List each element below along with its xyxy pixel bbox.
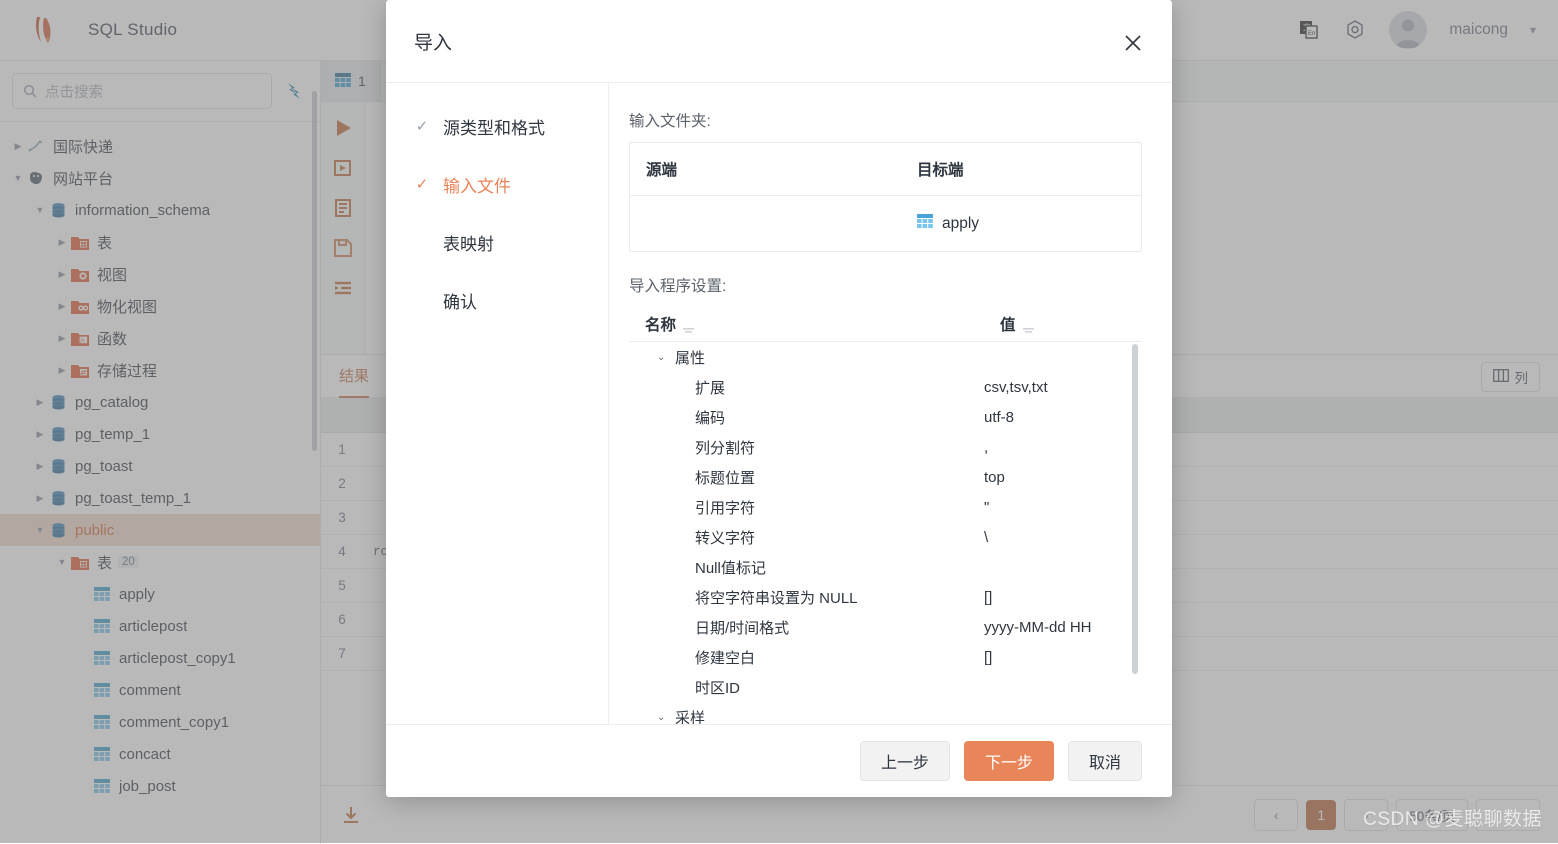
wizard-step-label: 源类型和格式	[443, 118, 545, 138]
setting-name-label: 列分割符	[695, 439, 756, 457]
wizard-step-确认[interactable]: ✓确认	[386, 271, 608, 329]
dialog-header: 导入	[386, 0, 1172, 83]
prev-step-button[interactable]: 上一步	[859, 741, 950, 781]
sort-icon	[683, 321, 695, 333]
sort-icon	[1022, 321, 1034, 333]
dialog-body: ✓ 源类型和格式 ✓ 输入文件 ✓表映射✓确认 输入文件夹: 源端 目标端	[386, 83, 1172, 724]
setting-name-cell: 转义字符	[629, 527, 984, 548]
setting-value-cell[interactable]: csv,tsv,txt	[984, 379, 1142, 396]
dialog-title: 导入	[414, 32, 453, 54]
setting-name-cell: 修建空白	[629, 647, 984, 668]
close-icon[interactable]	[1118, 28, 1148, 58]
setting-name-cell: 扩展	[629, 377, 984, 398]
input-folder-label: 输入文件夹:	[629, 113, 711, 130]
setting-value-cell[interactable]: utf-8	[984, 409, 1142, 426]
chevron-down-icon[interactable]: ⌄	[657, 352, 675, 363]
settings-col-name-label: 名称	[645, 317, 677, 334]
mapping-col-target: 目标端	[917, 162, 964, 179]
mapping-col-source: 源端	[646, 162, 678, 179]
settings-item-row[interactable]: 编码 utf-8	[629, 402, 1142, 432]
setting-name-label: 将空字符串设置为 NULL	[695, 589, 858, 607]
mapping-table: 源端 目标端 apply	[629, 142, 1142, 252]
setting-value-cell[interactable]: \	[984, 529, 1142, 546]
setting-name-cell: 时区ID	[629, 677, 984, 698]
settings-col-value[interactable]: 值	[1000, 313, 1142, 335]
importer-settings-label: 导入程序设置:	[629, 278, 727, 295]
setting-name-label: 日期/时间格式	[695, 619, 790, 637]
settings-col-value-label: 值	[1000, 317, 1016, 334]
setting-name-label: Null值标记	[695, 559, 766, 577]
settings-item-row[interactable]: 时区ID	[629, 672, 1142, 702]
setting-name-cell: 编码	[629, 407, 984, 428]
settings-item-row[interactable]: 标题位置 top	[629, 462, 1142, 492]
setting-name-label: 时区ID	[695, 679, 741, 697]
mapping-target-label: apply	[942, 214, 980, 232]
setting-name-cell: Null值标记	[629, 557, 984, 578]
settings-group-row[interactable]: ⌄ 采样	[629, 702, 1142, 725]
setting-name-cell: 标题位置	[629, 467, 984, 488]
settings-scrollbar[interactable]	[1132, 344, 1138, 674]
wizard-step-label: 表映射	[443, 234, 494, 254]
wizard-step-输入文件[interactable]: ✓ 输入文件	[386, 155, 608, 213]
dialog-main: 输入文件夹: 源端 目标端 apply 导入程序设置: 名称 值 ⌄ 属性 扩展…	[609, 83, 1172, 724]
next-step-button[interactable]: 下一步	[963, 741, 1054, 781]
mapping-target-cell: apply	[901, 214, 1141, 233]
setting-name-cell: ⌄ 采样	[629, 707, 984, 725]
settings-group-row[interactable]: ⌄ 属性	[629, 342, 1142, 372]
setting-name-label: 扩展	[695, 379, 726, 397]
settings-item-row[interactable]: Null值标记	[629, 552, 1142, 582]
check-icon: ✓	[415, 118, 429, 135]
import-dialog: 导入 ✓ 源类型和格式 ✓ 输入文件 ✓表映射✓确认 输入文件夹: 源端 目标端	[386, 0, 1172, 797]
setting-name-cell: 将空字符串设置为 NULL	[629, 587, 984, 608]
check-icon: ✓	[415, 176, 429, 193]
setting-name-label: 编码	[695, 409, 726, 427]
wizard-steps[interactable]: ✓ 源类型和格式 ✓ 输入文件 ✓表映射✓确认	[386, 83, 609, 724]
settings-item-row[interactable]: 列分割符,	[629, 432, 1142, 462]
settings-table-body[interactable]: ⌄ 属性 扩展 csv,tsv,txt 编码 utf-8 列分割符, 标题位置 top 引用字符 "…	[629, 342, 1142, 724]
mapping-table-header: 源端 目标端	[630, 143, 1141, 196]
setting-name-label: 引用字符	[695, 499, 756, 517]
settings-item-row[interactable]: 日期/时间格式 yyyy-MM-dd HH	[629, 612, 1142, 642]
setting-value-cell[interactable]: top	[984, 469, 1142, 486]
table-icon	[917, 214, 933, 233]
setting-value-cell[interactable]: "	[984, 499, 1142, 516]
dialog-footer: 上一步 下一步 取消	[386, 724, 1172, 797]
settings-item-row[interactable]: 转义字符 \	[629, 522, 1142, 552]
setting-name-label: 属性	[675, 349, 706, 367]
settings-item-row[interactable]: 扩展 csv,tsv,txt	[629, 372, 1142, 402]
setting-value-cell[interactable]: ,	[984, 439, 1142, 456]
wizard-step-label: 输入文件	[443, 176, 511, 196]
cancel-button[interactable]: 取消	[1067, 741, 1142, 781]
table-row[interactable]: apply	[630, 196, 1141, 251]
settings-item-row[interactable]: 引用字符 "	[629, 492, 1142, 522]
wizard-step-label: 确认	[443, 292, 477, 312]
setting-value-cell[interactable]: []	[984, 589, 1142, 606]
setting-name-cell: 引用字符	[629, 497, 984, 518]
setting-name-cell: ⌄ 属性	[629, 347, 984, 368]
setting-value-cell[interactable]: []	[984, 649, 1142, 666]
settings-item-row[interactable]: 将空字符串设置为 NULL []	[629, 582, 1142, 612]
setting-name-cell: 列分割符	[629, 437, 984, 458]
chevron-down-icon[interactable]: ⌄	[657, 712, 675, 723]
setting-value-cell[interactable]: yyyy-MM-dd HH	[984, 619, 1142, 636]
wizard-step-表映射[interactable]: ✓表映射	[386, 213, 608, 271]
setting-name-label: 标题位置	[695, 469, 756, 487]
setting-name-cell: 日期/时间格式	[629, 617, 984, 638]
settings-table: 名称 值 ⌄ 属性 扩展 csv,tsv,txt 编码 utf-8 列分割符, 标题位	[629, 307, 1142, 724]
setting-name-label: 转义字符	[695, 529, 756, 547]
setting-name-label: 采样	[675, 709, 706, 725]
wizard-step-源类型和格式[interactable]: ✓ 源类型和格式	[386, 97, 608, 155]
settings-col-name[interactable]: 名称	[629, 313, 1000, 335]
settings-table-header: 名称 值	[629, 307, 1142, 342]
settings-item-row[interactable]: 修建空白 []	[629, 642, 1142, 672]
setting-name-label: 修建空白	[695, 649, 756, 667]
